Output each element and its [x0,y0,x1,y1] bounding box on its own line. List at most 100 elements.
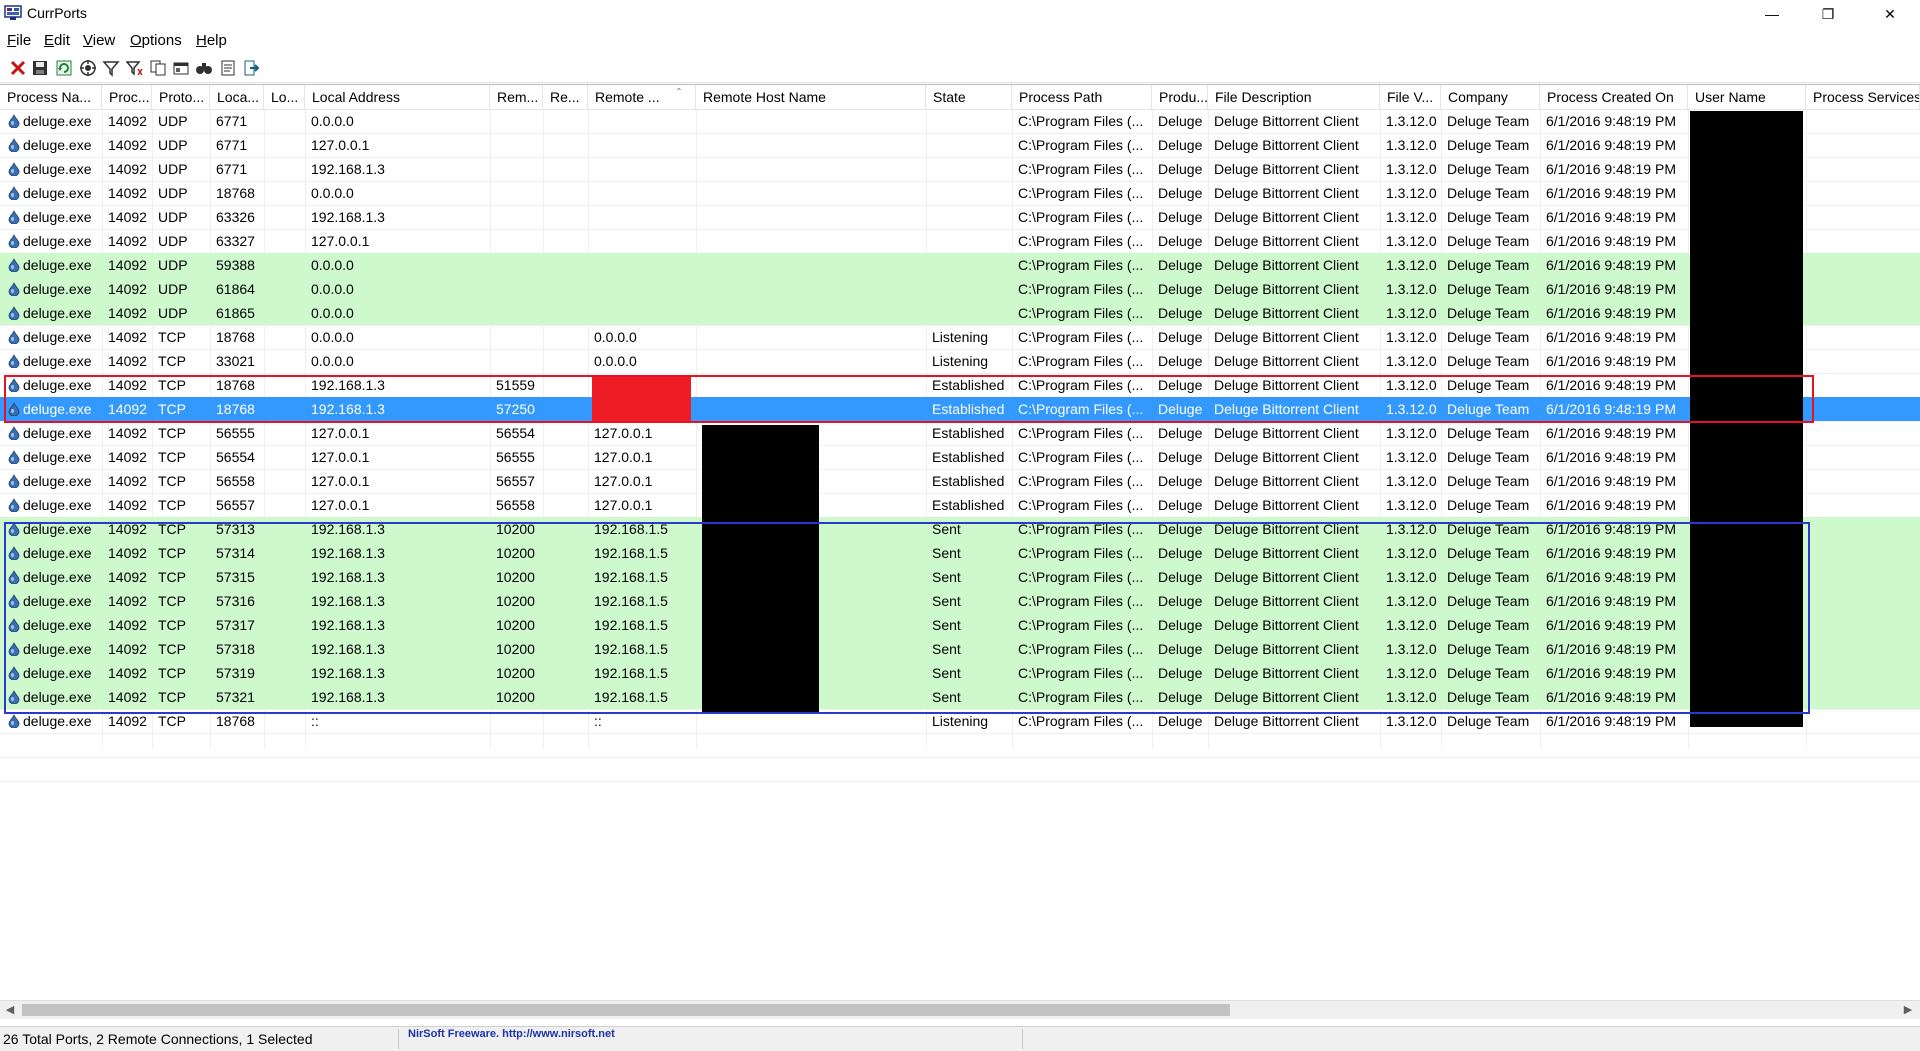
cell-col-8 [588,205,696,229]
cell-col-2: UDP [158,281,188,297]
cell-col-4 [264,229,305,253]
cell-col-18 [1806,589,1920,613]
close-connection-icon[interactable] [9,59,27,77]
find-icon[interactable] [195,59,213,77]
cell-col-14: 1.3.12.0 [1386,353,1437,369]
cell-col-11: C:\Program Files (... [1018,329,1144,345]
table-row[interactable]: deluge.exe 14092 UDP 59388 0.0.0.0 C:\Program… [0,253,1920,277]
table-row[interactable]: deluge.exe 14092 UDP 6771 192.168.1.3 C:\Prog… [0,157,1920,181]
cell-col-18 [1806,229,1920,253]
column-header-10[interactable]: State [926,85,1012,109]
cell-col-14: 1.3.12.0 [1386,113,1437,129]
table-row[interactable]: deluge.exe 14092 TCP 33021 0.0.0.0 0.0.0.0 Lis… [0,349,1920,373]
cell-col-7 [543,157,588,181]
column-header-1[interactable]: Proc... [102,85,152,109]
cell-col-5: 127.0.0.1 [311,425,370,441]
restore-button[interactable]: ❐ [1800,0,1856,28]
column-header-18[interactable]: Process Services [1806,85,1920,109]
column-header-14[interactable]: File V... [1380,85,1441,109]
cell-col-1: 14092 [108,425,147,441]
cell-col-15: Deluge Team [1447,137,1530,153]
scroll-right-icon[interactable]: ▶ [1900,1002,1916,1018]
column-header-2[interactable]: Proto... [152,85,210,109]
column-header-16[interactable]: Process Created On [1540,85,1688,109]
menu-options[interactable]: Options [130,32,182,49]
nirsoft-link[interactable]: NirSoft Freeware. http://www.nirsoft.net [408,1028,615,1040]
cell-col-13: Deluge Bittorrent Client [1214,257,1359,273]
scroll-left-icon[interactable]: ◀ [2,1002,18,1018]
cell-col-3: 56554 [216,449,255,465]
cell-col-2: TCP [158,497,186,513]
cell-col-8 [588,157,696,181]
report-icon[interactable] [219,59,237,77]
table-row[interactable]: deluge.exe 14092 UDP 63326 192.168.1.3 C:\Pro… [0,205,1920,229]
column-header-9[interactable]: Remote Host Name [696,85,926,109]
column-header-3[interactable]: Loca... [210,85,264,109]
cell-col-12: Deluge [1158,449,1203,465]
table-row[interactable]: deluge.exe 14092 UDP 61865 0.0.0.0 C:\Program… [0,301,1920,325]
cell-col-7 [543,421,588,445]
table-row[interactable]: deluge.exe 14092 UDP 63327 127.0.0.1 C:\Progr… [0,229,1920,253]
menu-edit[interactable]: Edit [44,32,70,49]
horizontal-scrollbar[interactable]: ◀ ▶ [0,1000,1920,1019]
cell-col-14: 1.3.12.0 [1386,185,1437,201]
cell-col-6 [490,325,543,349]
cell-col-8: 0.0.0.0 [594,353,637,369]
column-header-0[interactable]: Process Na... [0,85,102,109]
column-header-13[interactable]: File Description [1208,85,1380,109]
exit-icon[interactable] [242,59,260,77]
table-row[interactable]: deluge.exe 14092 UDP 6771 127.0.0.1 C:\Progra… [0,133,1920,157]
ports-list[interactable]: Process Na... Proc... Proto... Loca... Lo...… [0,84,1920,1015]
table-row[interactable]: deluge.exe 14092 TCP 56557 127.0.0.1 56558 127… [0,493,1920,517]
menu-view[interactable]: View [83,32,115,49]
cell-col-10 [926,205,1012,229]
cell-col-2: TCP [158,473,186,489]
column-header-15[interactable]: Company [1441,85,1540,109]
table-row[interactable]: deluge.exe 14092 TCP 56555 127.0.0.1 56554 127… [0,421,1920,445]
properties-icon[interactable] [79,59,97,77]
advanced-filter-icon[interactable] [126,59,144,77]
cell-col-18 [1806,469,1920,493]
copy-icon[interactable] [149,59,167,77]
cell-col-4 [264,469,305,493]
cell-col-7 [543,181,588,205]
column-header-6[interactable]: Rem... [490,85,543,109]
column-header-4[interactable]: Lo... [264,85,305,109]
cell-col-9 [696,349,926,373]
table-row[interactable]: deluge.exe 14092 UDP 61864 0.0.0.0 C:\Program… [0,277,1920,301]
save-icon[interactable] [31,59,49,77]
sort-indicator-icon: ˆ [677,86,681,100]
sent-highlight-box [4,522,1810,714]
menu-file[interactable]: File [7,32,31,49]
cell-col-3: 6771 [216,161,248,177]
column-header-11[interactable]: Process Path [1012,85,1152,109]
html-report-icon[interactable] [172,59,190,77]
column-header-7[interactable]: Re... [543,85,588,109]
cell-col-7 [543,445,588,469]
cell-col-4 [264,493,305,517]
cell-col-16: 6/1/2016 9:48:19 PM [1546,281,1676,297]
cell-col-3: 6771 [216,113,248,129]
menu-help[interactable]: Help [196,32,227,49]
minimize-button[interactable]: — [1744,0,1800,28]
column-header-17[interactable]: User Name [1688,85,1806,109]
table-row[interactable]: deluge.exe 14092 UDP 6771 0.0.0.0 C:\Program … [0,109,1920,133]
scroll-thumb[interactable] [22,1004,1230,1016]
table-row[interactable]: deluge.exe 14092 UDP 18768 0.0.0.0 C:\Program… [0,181,1920,205]
cell-col-14: 1.3.12.0 [1386,257,1437,273]
column-header-5[interactable]: Local Address [305,85,490,109]
table-row[interactable]: deluge.exe 14092 TCP 56558 127.0.0.1 56557 127… [0,469,1920,493]
column-header-12[interactable]: Produ... [1152,85,1208,109]
cell-col-7 [543,349,588,373]
table-row[interactable]: deluge.exe 14092 TCP 18768 0.0.0.0 0.0.0.0 Lis… [0,325,1920,349]
close-window-button[interactable]: ✕ [1862,0,1918,28]
cell-col-5: 0.0.0.0 [311,329,354,345]
cell-col-3: 61865 [216,305,255,321]
cell-col-9 [696,205,926,229]
refresh-icon[interactable] [55,59,73,77]
cell-col-4 [264,277,305,301]
filter-icon[interactable] [102,59,120,77]
cell-col-13: Deluge Bittorrent Client [1214,137,1359,153]
table-row[interactable]: deluge.exe 14092 TCP 56554 127.0.0.1 56555 127… [0,445,1920,469]
cell-col-9 [696,325,926,349]
